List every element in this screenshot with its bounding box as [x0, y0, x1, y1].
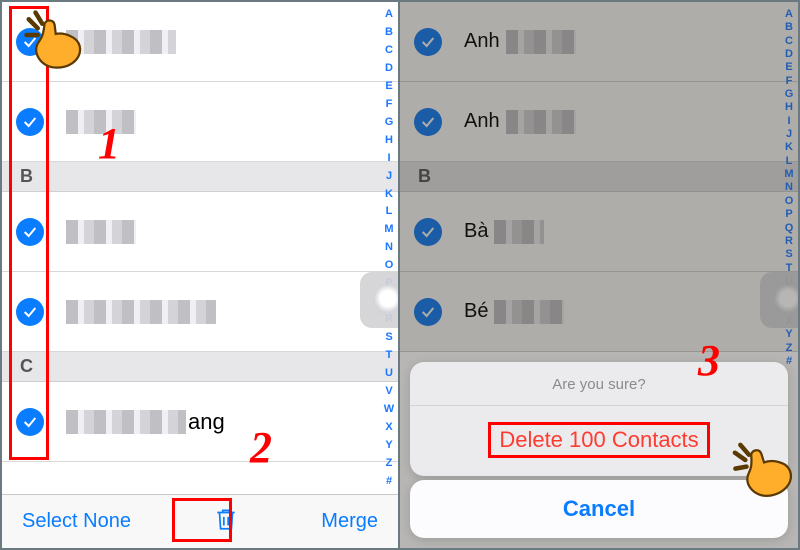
- checkbox-checked-icon[interactable]: [16, 408, 44, 436]
- contact-name-prefix: Bé: [464, 300, 488, 323]
- contact-name-prefix: Bà: [464, 220, 488, 243]
- contact-name-redacted: [494, 300, 564, 324]
- index-letter[interactable]: B: [782, 21, 796, 34]
- contact-name-redacted: [506, 110, 576, 134]
- contact-row[interactable]: [2, 82, 398, 162]
- index-letter[interactable]: C: [782, 35, 796, 48]
- index-letter[interactable]: J: [782, 128, 796, 141]
- index-letter[interactable]: X: [382, 421, 396, 434]
- checkbox-checked-icon: [414, 108, 442, 136]
- index-letter[interactable]: P: [782, 208, 796, 221]
- checkbox-checked-icon: [414, 298, 442, 326]
- section-header-b: B: [400, 162, 798, 192]
- index-letter[interactable]: E: [782, 61, 796, 74]
- checkbox-checked-icon[interactable]: [16, 298, 44, 326]
- merge-button[interactable]: Merge: [321, 510, 378, 533]
- delete-contacts-label: Delete 100 Contacts: [499, 427, 698, 452]
- index-letter[interactable]: S: [382, 331, 396, 344]
- contact-name-redacted: [66, 410, 186, 434]
- index-letter[interactable]: M: [382, 223, 396, 236]
- index-letter[interactable]: V: [382, 385, 396, 398]
- contact-row[interactable]: [2, 272, 398, 352]
- contact-name-redacted: [494, 220, 544, 244]
- index-letter[interactable]: K: [382, 188, 396, 201]
- index-letter[interactable]: R: [782, 235, 796, 248]
- index-letter[interactable]: D: [382, 62, 396, 75]
- contact-name-redacted: [66, 300, 216, 324]
- section-header-b: B: [2, 162, 398, 192]
- assistive-touch-button[interactable]: [360, 272, 400, 328]
- checkbox-checked-icon[interactable]: [16, 218, 44, 246]
- contact-row[interactable]: ang: [2, 382, 398, 462]
- contact-name-redacted: [66, 110, 136, 134]
- index-letter[interactable]: W: [382, 403, 396, 416]
- contact-name: ang: [66, 409, 225, 435]
- index-letter[interactable]: K: [782, 141, 796, 154]
- index-letter[interactable]: I: [782, 115, 796, 128]
- bottom-toolbar: Select None Merge: [2, 494, 398, 548]
- index-letter[interactable]: S: [782, 248, 796, 261]
- index-letter[interactable]: I: [382, 152, 396, 165]
- trash-icon: [213, 506, 239, 532]
- index-letter[interactable]: #: [382, 475, 396, 488]
- contact-name-redacted: [66, 220, 136, 244]
- delete-contacts-button[interactable]: Delete 100 Contacts: [410, 406, 788, 476]
- index-letter[interactable]: A: [782, 8, 796, 21]
- index-letter[interactable]: Y: [782, 328, 796, 341]
- index-letter[interactable]: J: [382, 170, 396, 183]
- contact-name-suffix: ang: [188, 409, 225, 435]
- contact-row: Anh: [400, 82, 798, 162]
- index-letter[interactable]: N: [382, 241, 396, 254]
- index-letter[interactable]: H: [382, 134, 396, 147]
- index-letter[interactable]: F: [782, 75, 796, 88]
- contact-row[interactable]: [2, 192, 398, 272]
- contact-name-redacted: [506, 30, 576, 54]
- screenshot-step1-2: B C ang ABCDEFGHIJKLMNOPQRSTUVWXYZ# Sele…: [2, 2, 400, 548]
- contact-name-prefix: Anh: [464, 30, 500, 53]
- action-sheet-title: Are you sure?: [410, 362, 788, 406]
- contact-row[interactable]: [2, 2, 398, 82]
- index-letter[interactable]: Q: [782, 222, 796, 235]
- alpha-index[interactable]: ABCDEFGHIJKLMNOPQRSTUVWXYZ#: [382, 8, 396, 488]
- index-letter[interactable]: B: [382, 26, 396, 39]
- contact-name-prefix: Anh: [464, 110, 500, 133]
- index-letter[interactable]: G: [382, 116, 396, 129]
- index-letter[interactable]: L: [382, 205, 396, 218]
- index-letter[interactable]: Z: [782, 342, 796, 355]
- checkbox-checked-icon[interactable]: [16, 108, 44, 136]
- index-letter[interactable]: D: [782, 48, 796, 61]
- index-letter[interactable]: H: [782, 101, 796, 114]
- index-letter[interactable]: O: [782, 195, 796, 208]
- contact-list: B C ang: [2, 2, 398, 462]
- cancel-button[interactable]: Cancel: [410, 480, 788, 538]
- index-letter[interactable]: C: [382, 44, 396, 57]
- index-letter[interactable]: N: [782, 181, 796, 194]
- section-header-c: C: [2, 352, 398, 382]
- checkbox-checked-icon: [414, 218, 442, 246]
- index-letter[interactable]: Y: [382, 439, 396, 452]
- annotation-box-delete: Delete 100 Contacts: [488, 422, 709, 458]
- contact-row: Bé: [400, 272, 798, 352]
- select-none-button[interactable]: Select None: [22, 510, 131, 533]
- delete-button[interactable]: [203, 502, 249, 542]
- index-letter[interactable]: Z: [382, 457, 396, 470]
- index-letter[interactable]: G: [782, 88, 796, 101]
- index-letter[interactable]: T: [382, 349, 396, 362]
- contact-row: Bà: [400, 192, 798, 272]
- contact-row: Anh: [400, 2, 798, 82]
- checkbox-checked-icon: [414, 28, 442, 56]
- index-letter[interactable]: A: [382, 8, 396, 21]
- index-letter[interactable]: O: [382, 259, 396, 272]
- assistive-touch-button: [760, 272, 798, 328]
- checkbox-checked-icon[interactable]: [16, 28, 44, 56]
- index-letter[interactable]: F: [382, 98, 396, 111]
- contact-name-redacted: [66, 30, 176, 54]
- index-letter[interactable]: E: [382, 80, 396, 93]
- index-letter[interactable]: M: [782, 168, 796, 181]
- index-letter[interactable]: U: [382, 367, 396, 380]
- index-letter[interactable]: L: [782, 155, 796, 168]
- action-sheet: Are you sure? Delete 100 Contacts: [410, 362, 788, 476]
- screenshot-step3: Anh Anh B Bà Bé ABCDEFGHIJKLMNOPQRSTUVWX…: [400, 2, 798, 548]
